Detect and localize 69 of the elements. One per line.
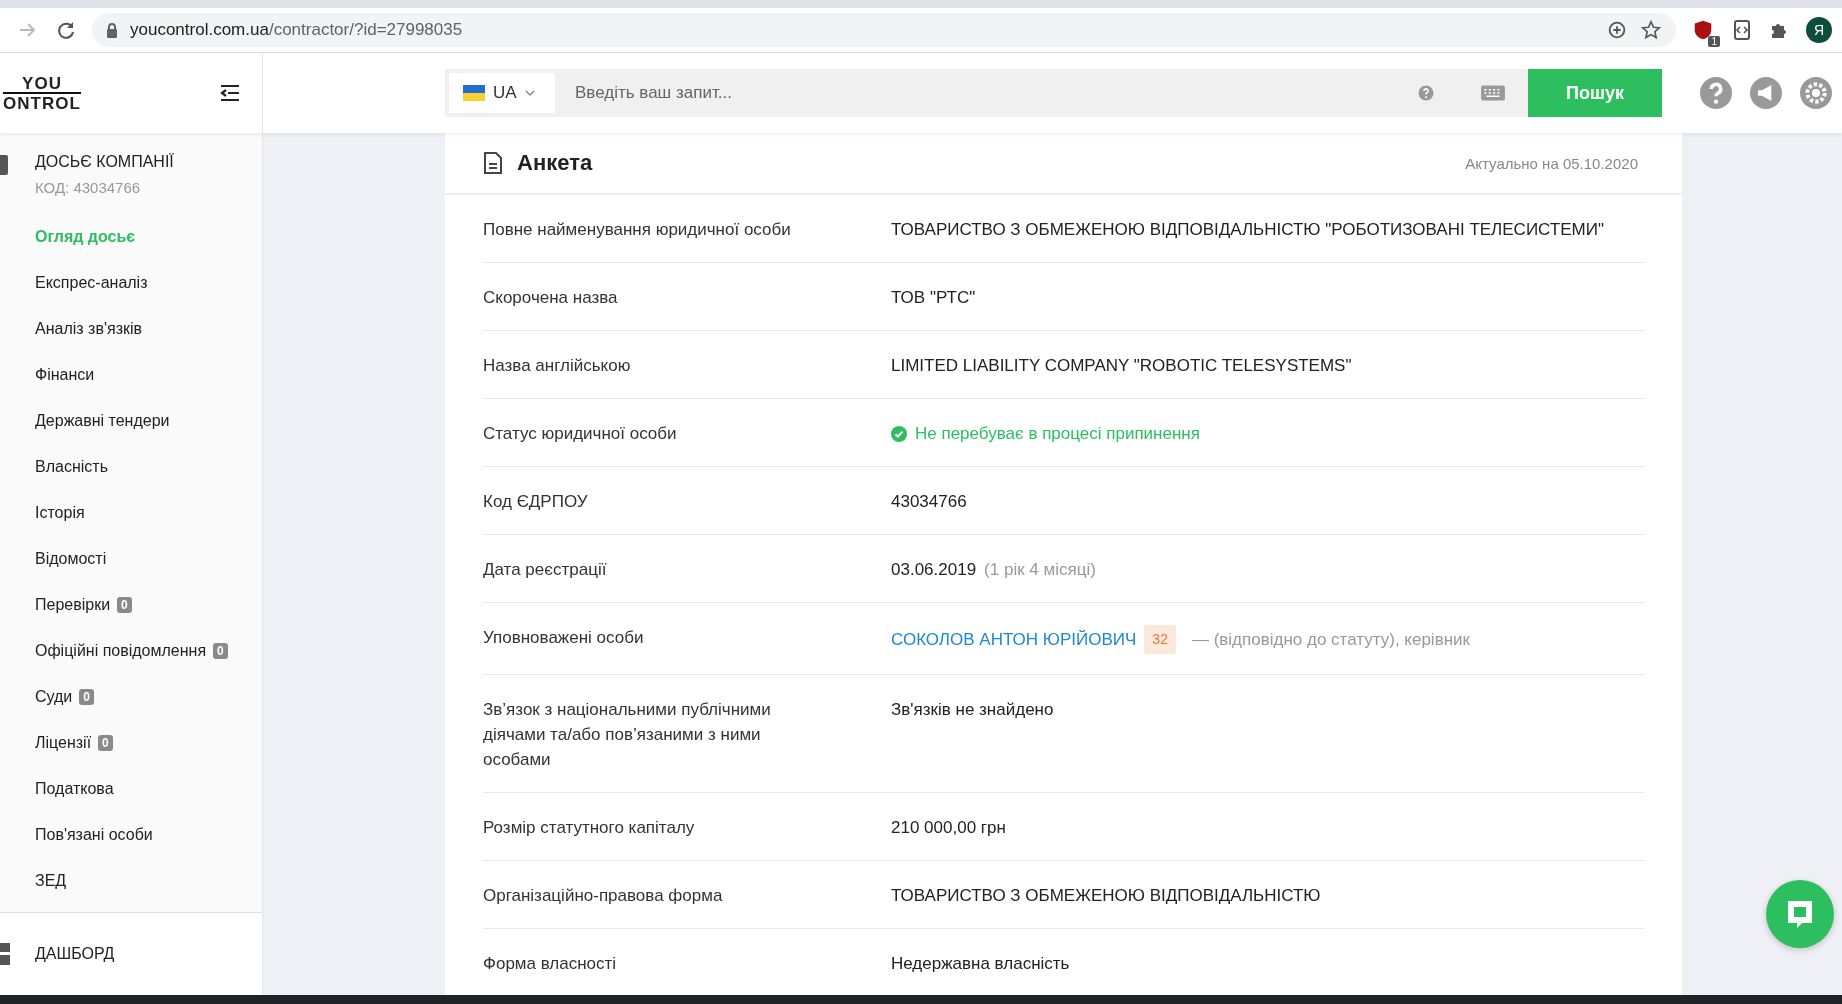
sidebar-item[interactable]: Ліцензії 0 [35,720,262,766]
sidebar-item[interactable]: Податкова [35,766,262,812]
chat-button[interactable] [1766,880,1834,948]
search-bar[interactable]: UA Введіть ваш запит... Пошук [445,69,1662,117]
count-badge: 0 [213,643,228,659]
count-badge: 32 [1144,625,1176,654]
age-note: (1 рік 4 місяці) [984,559,1096,581]
document-icon [0,153,10,177]
sidebar-item[interactable]: Державні тендери [35,398,262,444]
field-label: Скорочена назва [483,287,619,309]
flag-icon [463,85,485,101]
field-value: ТОВАРИСТВО З ОБМЕЖЕНОЮ ВІДПОВІДАЛЬНІСТЮ [891,885,1321,907]
star-icon[interactable] [1640,19,1662,41]
field-value: ТОВ "РТС" [891,287,976,309]
field-label: Дата реєстрації [483,559,608,581]
registration-date: 03.06.2019 [891,559,977,581]
field-value: LIMITED LIABILITY COMPANY "ROBOTIC TELESYSTEMS" [891,355,1352,377]
dashboard-link[interactable]: ДАШБОРД [35,945,115,963]
sidebar-item[interactable]: Офіційні повідомлення 0 [35,628,262,674]
field-value: ТОВАРИСТВО З ОБМЕЖЕНОЮ ВІДПОВІДАЛЬНІСТЮ "РОБОТИЗОВАНІ ТЕЛЕСИСТЕМИ" [891,219,1604,241]
logo[interactable]: YOU ONTROL [0,74,84,112]
address-bar[interactable]: youcontrol.com.ua/contractor/?id=27998035 [92,13,1676,47]
field-label: Уповноважені особи [483,627,645,649]
company-code: КОД: 43034766 [35,179,142,196]
field-label: Форма власності [483,953,618,975]
sidebar-item[interactable]: Експрес-аналіз [35,260,262,306]
sidebar-item[interactable]: Фінанси [35,352,262,398]
help-icon[interactable] [1416,83,1436,103]
count-badge: 0 [98,735,113,751]
count-badge: 0 [117,597,132,613]
settings-icon[interactable] [1800,77,1832,109]
sidebar-item[interactable]: Перевірки 0 [35,582,262,628]
field-value: Недержавна власність [891,953,1070,975]
extension-badge: 1 [1708,36,1720,47]
field-value: Зв'язків не знайдено [891,699,1054,721]
role-note: — (відповідно до статуту), керівник [1191,629,1470,651]
field-label: Назва англійською [483,355,632,377]
language-selector[interactable]: UA [449,73,555,113]
help-icon[interactable] [1700,77,1732,109]
lock-icon [106,22,118,38]
sidebar-item[interactable]: ЗЕД [35,858,262,904]
chat-bubble-icon [1785,898,1815,930]
status-text: Не перебуває в процесі припинення [915,423,1200,445]
document-icon [483,151,503,175]
field-value: 43034766 [891,491,967,513]
updated-date: Актуально на 05.10.2020 [1465,154,1638,172]
field-label: Статус юридичної особи [483,423,678,445]
sidebar-item[interactable]: Історія [35,490,262,536]
field-label: Код ЄДРПОУ [483,491,589,513]
field-value: 210 000,00 грн [891,817,1006,839]
sidebar-item[interactable]: Аналіз зв'язків [35,306,262,352]
card-title: Анкета [517,150,593,176]
field-label: Повне найменування юридичної особи [483,219,792,241]
sidebar-item[interactable]: Власність [35,444,262,490]
check-circle-icon [891,425,907,442]
sidebar-item[interactable]: Суди 0 [35,674,262,720]
add-circle-icon[interactable] [1606,19,1628,41]
person-link[interactable]: СОКОЛОВ АНТОН ЮРІЙОВИЧ [891,627,1137,652]
profile-avatar[interactable]: Я [1806,17,1832,43]
field-label: Зв’язок з національними публічними діячами та/або пов’язаними з ними особами [483,699,772,771]
sidebar-item[interactable]: Пов'язані особи [35,812,262,858]
megaphone-icon[interactable] [1750,77,1782,109]
dashboard-icon [0,943,10,965]
chevron-down-icon [524,89,535,97]
field-label: Розмір статутного капіталу [483,817,696,839]
count-badge: 0 [79,689,94,705]
field-label: Організаційно-правова форма [483,885,724,907]
sidebar-title: ДОСЬЄ КОМПАНІЇ [35,153,174,171]
sidebar-item[interactable]: Відомості [35,536,262,582]
